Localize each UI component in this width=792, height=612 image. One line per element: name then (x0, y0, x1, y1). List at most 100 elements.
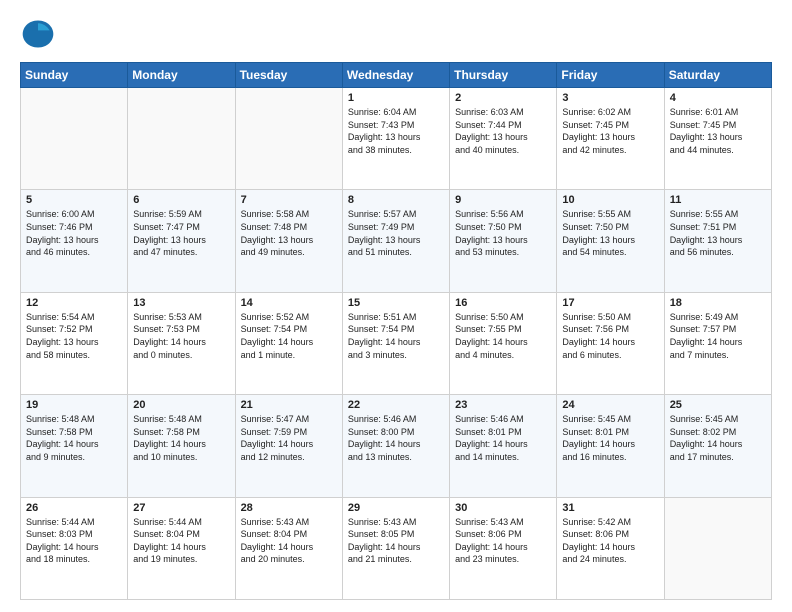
calendar-cell: 31 Sunrise: 5:42 AM Sunset: 8:06 PM Dayli… (557, 497, 664, 599)
day-number: 2 (455, 92, 551, 104)
calendar-cell: 29 Sunrise: 5:43 AM Sunset: 8:05 PM Dayli… (342, 497, 449, 599)
day-number: 19 (26, 399, 122, 411)
header-wednesday: Wednesday (342, 63, 449, 88)
day-number: 8 (348, 194, 444, 206)
header-sunday: Sunday (21, 63, 128, 88)
calendar-cell: 24Sunrise: 5:45 AM Sunset: 8:01 PM Dayli… (557, 395, 664, 497)
week-row-4: 26Sunrise: 5:44 AM Sunset: 8:03 PM Dayli… (21, 497, 772, 599)
day-number: 22 (348, 399, 444, 411)
calendar-cell: 15 Sunrise: 5:51 AM Sunset: 7:54 PM Dayli… (342, 292, 449, 394)
cell-content: Sunrise: 5:54 AM Sunset: 7:52 PM Dayligh… (26, 311, 122, 361)
day-number: 12 (26, 297, 122, 309)
day-number: 20 (133, 399, 229, 411)
cell-content: Sunrise: 5:50 AM Sunset: 7:55 PM Dayligh… (455, 311, 551, 361)
calendar-cell: 7Sunrise: 5:58 AM Sunset: 7:48 PM Daylig… (235, 190, 342, 292)
day-number: 21 (241, 399, 337, 411)
day-number: 15 (348, 297, 444, 309)
calendar-cell: 4 Sunrise: 6:01 AM Sunset: 7:45 PM Daylig… (664, 88, 771, 190)
day-number: 31 (562, 502, 658, 514)
calendar-cell: 8 Sunrise: 5:57 AM Sunset: 7:49 PM Daylig… (342, 190, 449, 292)
cell-content: Sunrise: 6:04 AM Sunset: 7:43 PM Dayligh… (348, 106, 444, 156)
cell-content: Sunrise: 5:46 AM Sunset: 8:01 PM Dayligh… (455, 413, 551, 463)
cell-content: Sunrise: 5:47 AM Sunset: 7:59 PM Dayligh… (241, 413, 337, 463)
calendar-cell: 2Sunrise: 6:03 AM Sunset: 7:44 PM Daylig… (450, 88, 557, 190)
calendar-cell (128, 88, 235, 190)
cell-content: Sunrise: 5:56 AM Sunset: 7:50 PM Dayligh… (455, 208, 551, 258)
calendar-cell: 26Sunrise: 5:44 AM Sunset: 8:03 PM Dayli… (21, 497, 128, 599)
header-tuesday: Tuesday (235, 63, 342, 88)
day-number: 6 (133, 194, 229, 206)
cell-content: Sunrise: 6:01 AM Sunset: 7:45 PM Dayligh… (670, 106, 766, 156)
day-number: 13 (133, 297, 229, 309)
day-number: 5 (26, 194, 122, 206)
header-monday: Monday (128, 63, 235, 88)
day-number: 30 (455, 502, 551, 514)
week-row-2: 12 Sunrise: 5:54 AM Sunset: 7:52 PM Dayli… (21, 292, 772, 394)
calendar-cell: 16 Sunrise: 5:50 AM Sunset: 7:55 PM Dayli… (450, 292, 557, 394)
cell-content: Sunrise: 5:50 AM Sunset: 7:56 PM Dayligh… (562, 311, 658, 361)
page: SundayMondayTuesdayWednesdayThursdayFrid… (0, 0, 792, 612)
calendar-cell: 9 Sunrise: 5:56 AM Sunset: 7:50 PM Daylig… (450, 190, 557, 292)
calendar-cell: 23Sunrise: 5:46 AM Sunset: 8:01 PM Dayli… (450, 395, 557, 497)
calendar-cell: 28 Sunrise: 5:43 AM Sunset: 8:04 PM Dayli… (235, 497, 342, 599)
header-saturday: Saturday (664, 63, 771, 88)
calendar-cell: 5 Sunrise: 6:00 AM Sunset: 7:46 PM Daylig… (21, 190, 128, 292)
calendar-cell: 13 Sunrise: 5:53 AM Sunset: 7:53 PM Dayli… (128, 292, 235, 394)
cell-content: Sunrise: 5:45 AM Sunset: 8:01 PM Dayligh… (562, 413, 658, 463)
cell-content: Sunrise: 5:55 AM Sunset: 7:50 PM Dayligh… (562, 208, 658, 258)
week-row-0: 1 Sunrise: 6:04 AM Sunset: 7:43 PM Daylig… (21, 88, 772, 190)
calendar-cell: 22 Sunrise: 5:46 AM Sunset: 8:00 PM Dayli… (342, 395, 449, 497)
day-number: 4 (670, 92, 766, 104)
calendar-cell: 27 Sunrise: 5:44 AM Sunset: 8:04 PM Dayli… (128, 497, 235, 599)
day-number: 28 (241, 502, 337, 514)
day-number: 29 (348, 502, 444, 514)
cell-content: Sunrise: 5:55 AM Sunset: 7:51 PM Dayligh… (670, 208, 766, 258)
day-number: 17 (562, 297, 658, 309)
day-number: 1 (348, 92, 444, 104)
cell-content: Sunrise: 5:52 AM Sunset: 7:54 PM Dayligh… (241, 311, 337, 361)
cell-content: Sunrise: 5:43 AM Sunset: 8:04 PM Dayligh… (241, 516, 337, 566)
calendar-cell: 19 Sunrise: 5:48 AM Sunset: 7:58 PM Dayli… (21, 395, 128, 497)
calendar-cell: 25 Sunrise: 5:45 AM Sunset: 8:02 PM Dayli… (664, 395, 771, 497)
cell-content: Sunrise: 5:59 AM Sunset: 7:47 PM Dayligh… (133, 208, 229, 258)
calendar-cell: 14 Sunrise: 5:52 AM Sunset: 7:54 PM Dayli… (235, 292, 342, 394)
day-number: 18 (670, 297, 766, 309)
calendar-cell: 12 Sunrise: 5:54 AM Sunset: 7:52 PM Dayli… (21, 292, 128, 394)
cell-content: Sunrise: 6:02 AM Sunset: 7:45 PM Dayligh… (562, 106, 658, 156)
header-friday: Friday (557, 63, 664, 88)
cell-content: Sunrise: 5:45 AM Sunset: 8:02 PM Dayligh… (670, 413, 766, 463)
day-number: 10 (562, 194, 658, 206)
day-number: 14 (241, 297, 337, 309)
cell-content: Sunrise: 5:42 AM Sunset: 8:06 PM Dayligh… (562, 516, 658, 566)
logo (20, 16, 62, 52)
logo-icon (20, 16, 56, 52)
cell-content: Sunrise: 6:00 AM Sunset: 7:46 PM Dayligh… (26, 208, 122, 258)
calendar-cell: 18Sunrise: 5:49 AM Sunset: 7:57 PM Dayli… (664, 292, 771, 394)
calendar-cell: 6 Sunrise: 5:59 AM Sunset: 7:47 PM Daylig… (128, 190, 235, 292)
header (20, 16, 772, 52)
cell-content: Sunrise: 5:53 AM Sunset: 7:53 PM Dayligh… (133, 311, 229, 361)
cell-content: Sunrise: 5:43 AM Sunset: 8:05 PM Dayligh… (348, 516, 444, 566)
day-number: 3 (562, 92, 658, 104)
cell-content: Sunrise: 5:48 AM Sunset: 7:58 PM Dayligh… (133, 413, 229, 463)
calendar-cell: 3 Sunrise: 6:02 AM Sunset: 7:45 PM Daylig… (557, 88, 664, 190)
calendar-cell: 10 Sunrise: 5:55 AM Sunset: 7:50 PM Dayli… (557, 190, 664, 292)
day-number: 9 (455, 194, 551, 206)
cell-content: Sunrise: 5:46 AM Sunset: 8:00 PM Dayligh… (348, 413, 444, 463)
calendar-cell (235, 88, 342, 190)
cell-content: Sunrise: 5:44 AM Sunset: 8:04 PM Dayligh… (133, 516, 229, 566)
week-row-1: 5 Sunrise: 6:00 AM Sunset: 7:46 PM Daylig… (21, 190, 772, 292)
day-number: 16 (455, 297, 551, 309)
calendar-cell (21, 88, 128, 190)
header-thursday: Thursday (450, 63, 557, 88)
calendar-cell: 30Sunrise: 5:43 AM Sunset: 8:06 PM Dayli… (450, 497, 557, 599)
day-number: 11 (670, 194, 766, 206)
cell-content: Sunrise: 5:48 AM Sunset: 7:58 PM Dayligh… (26, 413, 122, 463)
day-number: 25 (670, 399, 766, 411)
header-row: SundayMondayTuesdayWednesdayThursdayFrid… (21, 63, 772, 88)
cell-content: Sunrise: 5:57 AM Sunset: 7:49 PM Dayligh… (348, 208, 444, 258)
calendar-cell: 11 Sunrise: 5:55 AM Sunset: 7:51 PM Dayli… (664, 190, 771, 292)
calendar-cell (664, 497, 771, 599)
cell-content: Sunrise: 5:51 AM Sunset: 7:54 PM Dayligh… (348, 311, 444, 361)
day-number: 27 (133, 502, 229, 514)
